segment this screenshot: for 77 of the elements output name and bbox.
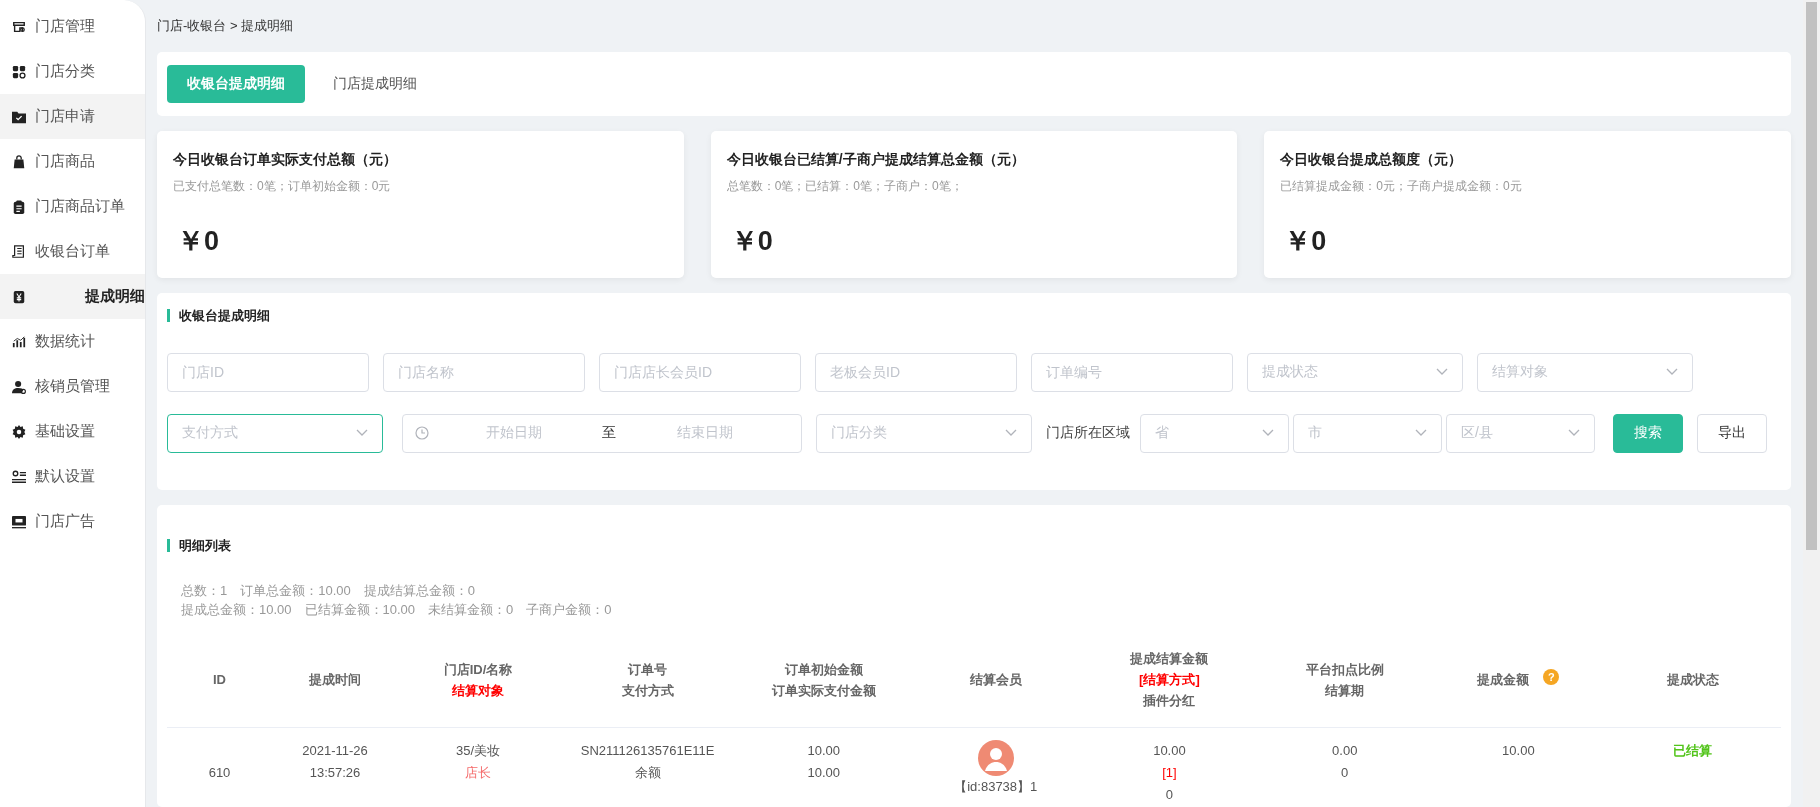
sidebar-item[interactable]: 基础设置: [0, 409, 145, 454]
chevron-down-icon: [1005, 429, 1017, 438]
table-cell: 2021-11-26 13:57:26: [272, 727, 399, 807]
stat-value: ￥0: [176, 224, 221, 258]
scrollbar[interactable]: [1803, 0, 1820, 807]
bar-chart-icon: [12, 334, 26, 349]
table-cell: 10.00 [1] 0: [1081, 727, 1258, 807]
section-title: 收银台提成明细: [167, 308, 1781, 322]
card-title: 今日收银台已结算/子商户提成结算总金额（元）: [726, 150, 1026, 169]
table-cell: 35/美妆 店长: [398, 727, 558, 807]
folder-icon: [12, 109, 26, 124]
help-icon: ?: [1543, 669, 1560, 686]
card-subtitle: 已支付总笔数：0笔；订单初始金额：0元: [173, 177, 392, 195]
column-header: 提成时间: [272, 632, 399, 728]
date-range-field[interactable]: 开始日期 至 结束日期: [402, 413, 802, 453]
chevron-down-icon: [1262, 429, 1274, 438]
table-cell: 0.00 0: [1257, 727, 1432, 807]
chevron-down-icon: [1666, 368, 1678, 377]
sidebar-item[interactable]: 收银台订单: [0, 229, 145, 274]
section-title: 明细列表: [167, 538, 1781, 552]
card-subtitle: 总笔数：0笔；已结算：0笔；子商户：0笔；: [726, 177, 964, 195]
column-header: 订单初始金额 订单实际支付金额: [737, 632, 911, 728]
column-header: ID: [167, 632, 272, 728]
sidebar-item[interactable]: 门店管理: [0, 4, 145, 49]
user-icon: [12, 379, 26, 394]
input-field[interactable]: 订单编号: [1031, 352, 1233, 392]
sidebar-item[interactable]: 门店商品: [0, 139, 145, 184]
sidebar-item[interactable]: 默认设置: [0, 454, 145, 499]
sidebar-item[interactable]: 门店广告: [0, 499, 145, 544]
receipt-icon: [12, 244, 26, 259]
sidebar-item[interactable]: 提成明细: [0, 274, 145, 319]
clock-icon: [415, 426, 429, 441]
column-header: 提成金额 ?: [1431, 632, 1605, 728]
table-cell: 已结算: [1604, 727, 1781, 807]
chevron-down-icon: [1436, 368, 1448, 377]
column-header: 结算会员: [910, 632, 1082, 728]
tab[interactable]: 门店提成明细: [313, 65, 437, 103]
summary-text: 提成总金额：10.00 已结算金额：10.00 未结算金额：0 子商户金额：0: [181, 600, 613, 619]
sidebar-item[interactable]: 数据统计: [0, 319, 145, 364]
chevron-down-icon: [356, 429, 368, 438]
breadcrumb: 门店-收银台 > 提成明细: [157, 17, 295, 35]
stat-value: ￥0: [1283, 224, 1328, 258]
field-label: 门店所在区域: [1046, 424, 1130, 443]
table-cell: 10.00 10.00: [737, 727, 911, 807]
stat-value: ￥0: [729, 224, 774, 258]
chevron-down-icon: [1415, 429, 1427, 438]
chevron-down-icon: [1568, 429, 1580, 438]
grid-icon: [12, 64, 26, 79]
input-field[interactable]: 老板会员ID: [815, 352, 1017, 392]
table-cell: 【id:83738】1: [910, 727, 1082, 807]
store-icon: [12, 19, 26, 34]
card-subtitle: 已结算提成金额：0元；子商户提成金额：0元: [1280, 177, 1523, 195]
card-title: 今日收银台提成总额度（元）: [1280, 150, 1464, 169]
column-header: 提成状态: [1604, 632, 1781, 728]
export-button[interactable]: 导出: [1697, 413, 1767, 453]
table-cell: SN211126135761E11E 余额: [557, 727, 738, 807]
sidebar-item[interactable]: 门店商品订单: [0, 184, 145, 229]
table-cell: 610: [167, 727, 272, 807]
sidebar-item[interactable]: 门店分类: [0, 49, 145, 94]
column-header: 门店ID/名称 结算对象: [398, 632, 558, 728]
summary-text: 总数：1 订单总金额：10.00 提成结算总金额：0: [181, 581, 476, 600]
column-header: 提成结算金额 [结算方式] 插件分红: [1081, 632, 1258, 728]
table-cell: 10.00: [1431, 727, 1605, 807]
input-field[interactable]: 门店ID: [167, 352, 369, 392]
card-title: 今日收银台订单实际支付总额（元）: [173, 150, 398, 169]
settings-icon: [12, 424, 26, 439]
sidebar-item[interactable]: 门店申请: [0, 94, 145, 139]
clipboard-icon: [12, 199, 26, 214]
input-field[interactable]: 门店名称: [383, 352, 585, 392]
input-field[interactable]: 门店店长会员ID: [599, 352, 801, 392]
column-header: 平台扣点比例 结算期: [1257, 632, 1432, 728]
ad-icon: [12, 514, 26, 529]
bag-icon: [12, 154, 26, 169]
yen-icon: [12, 289, 26, 304]
list-icon: [12, 469, 26, 484]
column-header: 订单号 支付方式: [557, 632, 738, 728]
sidebar-item[interactable]: 核销员管理: [0, 364, 145, 409]
